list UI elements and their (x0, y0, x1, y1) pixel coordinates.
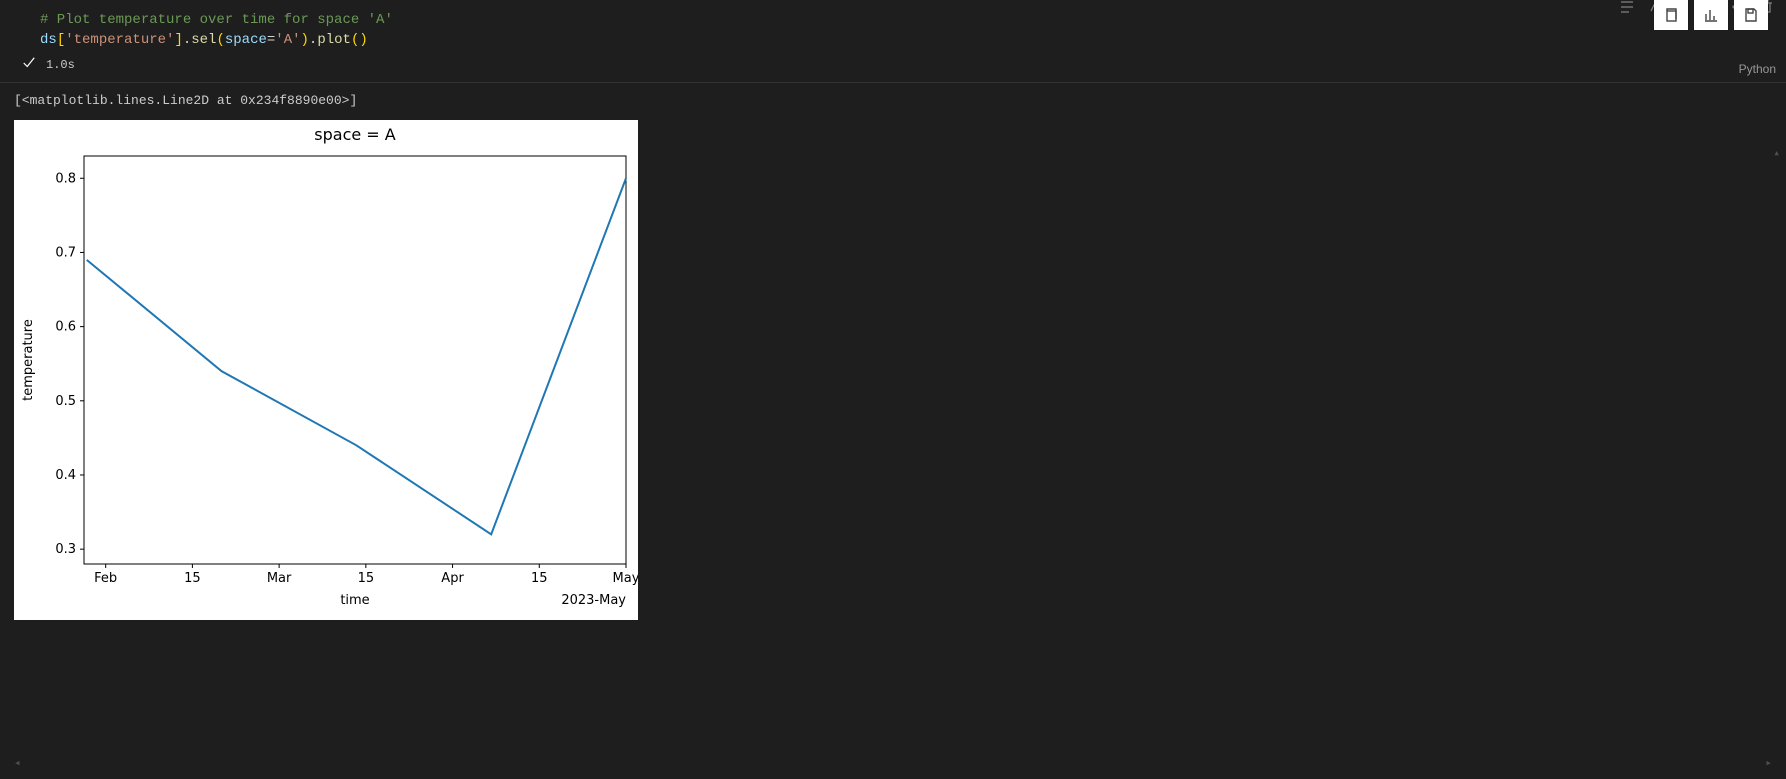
scroll-left-arrow[interactable]: ◂ (14, 756, 21, 770)
svg-text:2023-May: 2023-May (561, 593, 626, 608)
svg-text:0.7: 0.7 (55, 245, 76, 260)
svg-text:May: May (613, 571, 638, 586)
svg-text:Feb: Feb (94, 571, 117, 586)
execution-time: 1.0s (46, 58, 75, 72)
output-figure: space = A 0.3 0.4 0.5 0.6 0.7 0.8 temperature Fe… (14, 120, 638, 620)
output-repr: [<matplotlib.lines.Line2D at 0x234f8890e… (14, 93, 1786, 108)
svg-text:temperature: temperature (21, 319, 36, 401)
svg-text:0.6: 0.6 (55, 320, 76, 335)
svg-text:0.8: 0.8 (55, 171, 76, 186)
svg-text:time: time (340, 593, 369, 608)
code-editor[interactable]: # Plot temperature over time for space '… (40, 0, 1786, 56)
scroll-up-arrow[interactable]: ▴ (1773, 146, 1780, 160)
svg-text:15: 15 (531, 571, 548, 586)
success-check-icon (22, 56, 36, 74)
cell-language-label[interactable]: Python (1739, 62, 1776, 76)
copy-output-button[interactable] (1654, 0, 1688, 30)
svg-text:15: 15 (184, 571, 201, 586)
matplotlib-plot: space = A 0.3 0.4 0.5 0.6 0.7 0.8 temperature Fe… (14, 120, 638, 620)
svg-text:15: 15 (358, 571, 375, 586)
code-cell: # Plot temperature over time for space '… (0, 0, 1786, 83)
cell-output: [<matplotlib.lines.Line2D at 0x234f8890e… (0, 83, 1786, 634)
plot-viewer-button[interactable] (1694, 0, 1728, 30)
horizontal-scrollbar[interactable]: ◂ ▸ (14, 753, 1772, 773)
svg-text:Apr: Apr (441, 571, 464, 586)
save-output-button[interactable] (1734, 0, 1768, 30)
execution-status: 1.0s (22, 56, 1786, 82)
scroll-right-arrow[interactable]: ▸ (1765, 756, 1772, 770)
svg-text:Mar: Mar (267, 571, 292, 586)
svg-text:space = A: space = A (314, 125, 396, 144)
svg-text:0.5: 0.5 (55, 394, 76, 409)
output-toolbar (1654, 0, 1768, 30)
svg-text:0.3: 0.3 (55, 542, 76, 557)
svg-text:0.4: 0.4 (55, 468, 76, 483)
